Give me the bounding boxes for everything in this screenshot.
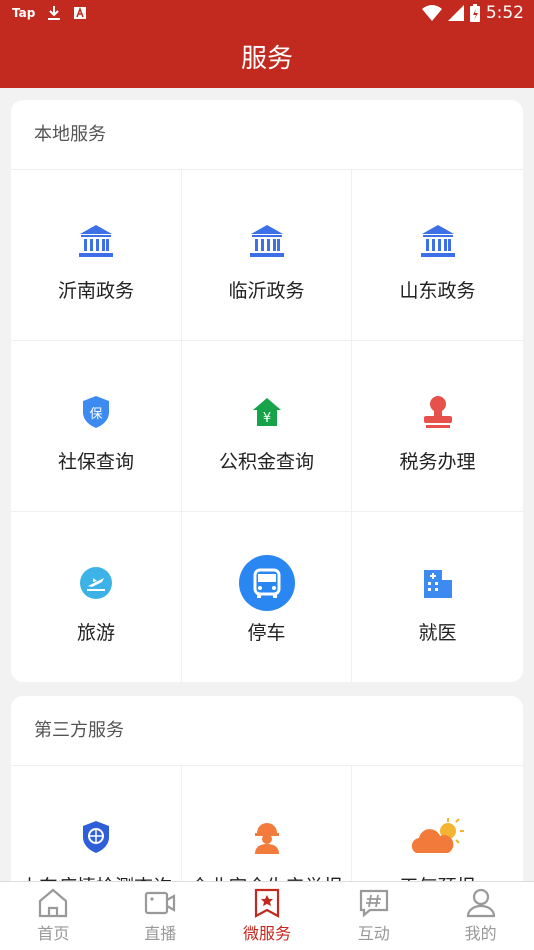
tab-label: 我的 xyxy=(464,924,497,943)
video-camera-icon xyxy=(145,891,176,915)
service-epidemic-check[interactable]: 山东疫情检测查询 xyxy=(11,766,182,881)
tab-micro-service[interactable]: 微服务 xyxy=(214,882,321,950)
home-icon xyxy=(39,888,68,918)
tab-label: 直播 xyxy=(144,924,177,943)
service-bookmark-icon xyxy=(254,888,280,918)
worker-helmet-icon xyxy=(238,808,296,866)
signal-icon xyxy=(447,5,464,21)
tab-label: 微服务 xyxy=(242,924,291,943)
social-insurance-shield-icon: 保 xyxy=(67,383,125,441)
tap-notification-icon: Tap xyxy=(12,6,36,20)
service-parking[interactable]: 停车 xyxy=(182,512,352,682)
hashtag-chat-icon xyxy=(359,889,388,918)
status-bar: Tap 5:52 xyxy=(0,0,534,30)
service-safety-report[interactable]: 企业安全生产举报 xyxy=(182,766,352,881)
service-shandong-gov[interactable]: 山东政务 xyxy=(352,170,523,341)
service-label: 天气预报 xyxy=(399,872,475,881)
service-housing-fund[interactable]: ¥ 公积金查询 xyxy=(182,341,352,512)
service-label: 社保查询 xyxy=(57,451,134,473)
page-title: 服务 xyxy=(0,30,534,88)
clock: 5:52 xyxy=(485,3,524,23)
tab-interact[interactable]: 互动 xyxy=(320,882,427,950)
service-weather[interactable]: 天气预报 xyxy=(352,766,523,881)
housing-fund-house-icon: ¥ xyxy=(238,383,296,441)
section-title-local: 本地服务 xyxy=(11,100,523,170)
battery-icon xyxy=(469,4,480,22)
service-label: 山东疫情检测查询 xyxy=(20,872,172,881)
service-label: 公积金查询 xyxy=(218,451,314,473)
tab-live[interactable]: 直播 xyxy=(107,882,214,950)
government-building-icon xyxy=(67,212,125,270)
service-content[interactable]: 本地服务 沂南政务 临沂政务 山东政务 保 社保查询 ¥ 公积金查询 税务办理 … xyxy=(0,88,534,881)
service-label: 沂南政务 xyxy=(57,280,134,302)
tax-stamp-icon xyxy=(409,383,467,441)
service-linyi-gov[interactable]: 临沂政务 xyxy=(182,170,352,341)
service-medical[interactable]: 就医 xyxy=(352,512,523,682)
service-label: 山东政务 xyxy=(399,280,476,302)
epidemic-shield-icon xyxy=(67,808,125,866)
tab-mine[interactable]: 我的 xyxy=(427,882,534,950)
third-party-services-card: 第三方服务 山东疫情检测查询 企业安全生产举报 天气预报 xyxy=(11,696,523,881)
svg-text:¥: ¥ xyxy=(262,411,270,426)
download-icon xyxy=(48,6,61,20)
service-social-insurance[interactable]: 保 社保查询 xyxy=(11,341,182,512)
service-label: 企业安全生产举报 xyxy=(190,872,342,881)
service-tax[interactable]: 税务办理 xyxy=(352,341,523,512)
government-building-icon xyxy=(238,212,296,270)
section-title-third-party: 第三方服务 xyxy=(11,696,523,766)
service-label: 临沂政务 xyxy=(228,280,305,302)
service-yinan-gov[interactable]: 沂南政务 xyxy=(11,170,182,341)
service-label: 旅游 xyxy=(76,622,115,644)
user-icon xyxy=(466,888,495,918)
wifi-icon xyxy=(421,5,442,21)
tab-label: 首页 xyxy=(37,924,70,943)
service-label: 就医 xyxy=(418,622,457,644)
svg-text:保: 保 xyxy=(89,407,102,422)
hospital-building-icon xyxy=(409,554,467,612)
parking-bus-icon xyxy=(238,554,296,612)
tab-label: 互动 xyxy=(357,924,390,943)
bottom-tab-bar: 首页 直播 微服务 互动 我的 xyxy=(0,881,534,950)
travel-plane-icon xyxy=(67,554,125,612)
government-building-icon xyxy=(409,212,467,270)
service-label: 停车 xyxy=(247,622,286,644)
service-travel[interactable]: 旅游 xyxy=(11,512,182,682)
local-services-card: 本地服务 沂南政务 临沂政务 山东政务 保 社保查询 ¥ 公积金查询 税务办理 … xyxy=(11,100,523,682)
tab-home[interactable]: 首页 xyxy=(0,882,107,950)
service-label: 税务办理 xyxy=(399,451,476,473)
app-a-icon xyxy=(74,6,87,19)
weather-cloud-sun-icon xyxy=(409,808,467,866)
